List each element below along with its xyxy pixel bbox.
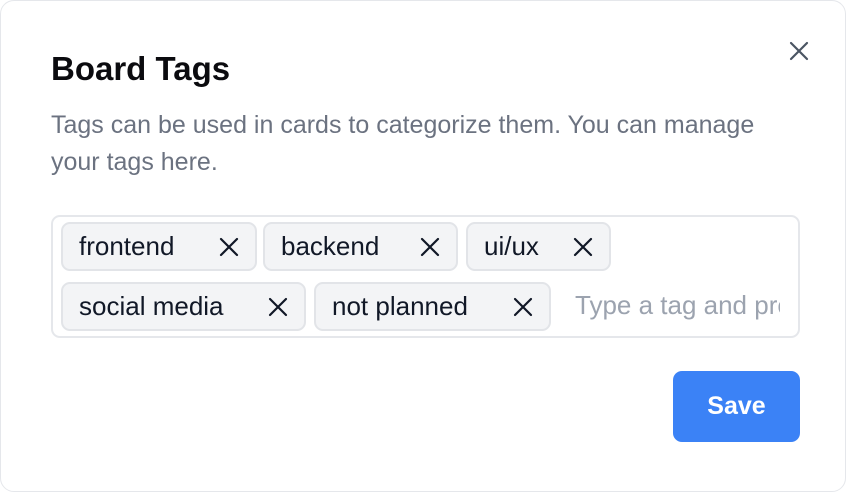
close-button[interactable]	[787, 39, 811, 63]
tag-chip-not-planned: not planned	[314, 282, 551, 331]
x-icon	[573, 237, 593, 257]
dialog-description: Tags can be used in cards to categorize …	[51, 111, 755, 176]
remove-tag-button[interactable]	[420, 237, 440, 257]
remove-tag-button[interactable]	[573, 237, 593, 257]
tag-chip-backend: backend	[263, 222, 458, 271]
x-icon	[420, 237, 440, 257]
tag-label: ui/ux	[484, 231, 539, 261]
dialog-title: Board Tags	[51, 50, 231, 87]
tag-label: not planned	[332, 291, 468, 321]
tag-chip-frontend: frontend	[61, 222, 257, 271]
tag-label: frontend	[79, 231, 175, 261]
tag-chip-social-media: social media	[61, 282, 306, 331]
board-tags-dialog: Board Tags Tags can be used in cards to …	[0, 0, 846, 492]
tag-input[interactable]	[575, 285, 780, 325]
remove-tag-button[interactable]	[513, 297, 533, 317]
x-icon	[268, 297, 288, 317]
tag-label: social media	[79, 291, 224, 321]
save-button[interactable]: Save	[673, 371, 800, 442]
x-icon	[219, 237, 239, 257]
tag-chip-ui-ux: ui/ux	[466, 222, 611, 271]
x-icon	[513, 297, 533, 317]
tag-input-box[interactable]: frontend backend ui/ux social media not …	[51, 215, 800, 338]
remove-tag-button[interactable]	[219, 237, 239, 257]
close-icon	[789, 41, 809, 61]
remove-tag-button[interactable]	[268, 297, 288, 317]
tag-label: backend	[281, 231, 380, 261]
